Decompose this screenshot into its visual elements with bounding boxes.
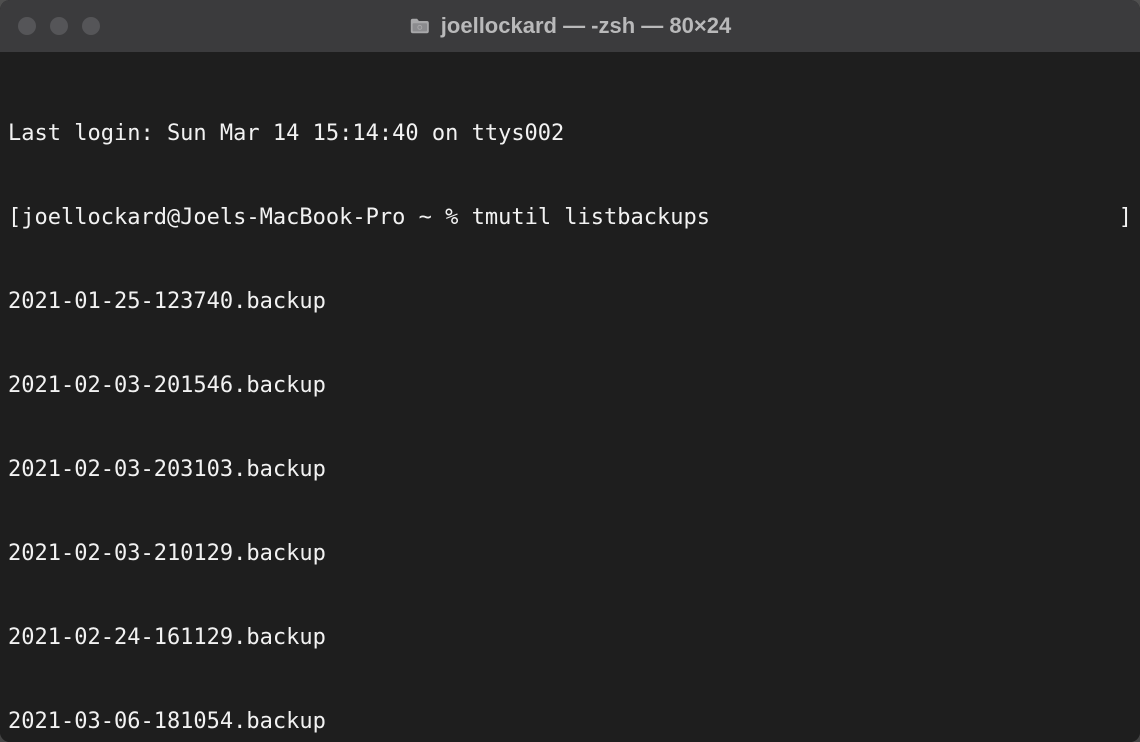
output-line: 2021-01-25-123740.backup [8,288,1132,316]
output-line: 2021-02-24-161129.backup [8,624,1132,652]
window-title: joellockard — -zsh — 80×24 [441,13,731,39]
zoom-button[interactable] [82,17,100,35]
command-line: [joellockard@Joels-MacBook-Pro ~ % tmuti… [8,204,1132,232]
prompt-close-bracket: ] [1119,204,1132,232]
folder-icon [409,17,431,35]
traffic-lights [0,17,100,35]
output-line: 2021-02-03-210129.backup [8,540,1132,568]
minimize-button[interactable] [50,17,68,35]
command-text: tmutil listbackups [472,205,710,230]
terminal-body[interactable]: Last login: Sun Mar 14 15:14:40 on ttys0… [0,52,1140,742]
prompt-open-bracket: [ [8,205,21,230]
window-title-container: joellockard — -zsh — 80×24 [409,13,731,39]
output-line: 2021-02-03-203103.backup [8,456,1132,484]
close-button[interactable] [18,17,36,35]
last-login-line: Last login: Sun Mar 14 15:14:40 on ttys0… [8,120,1132,148]
titlebar[interactable]: joellockard — -zsh — 80×24 [0,0,1140,52]
terminal-window: joellockard — -zsh — 80×24 Last login: S… [0,0,1140,742]
output-line: 2021-03-06-181054.backup [8,708,1132,736]
output-line: 2021-02-03-201546.backup [8,372,1132,400]
prompt-text: joellockard@Joels-MacBook-Pro ~ % [21,205,471,230]
